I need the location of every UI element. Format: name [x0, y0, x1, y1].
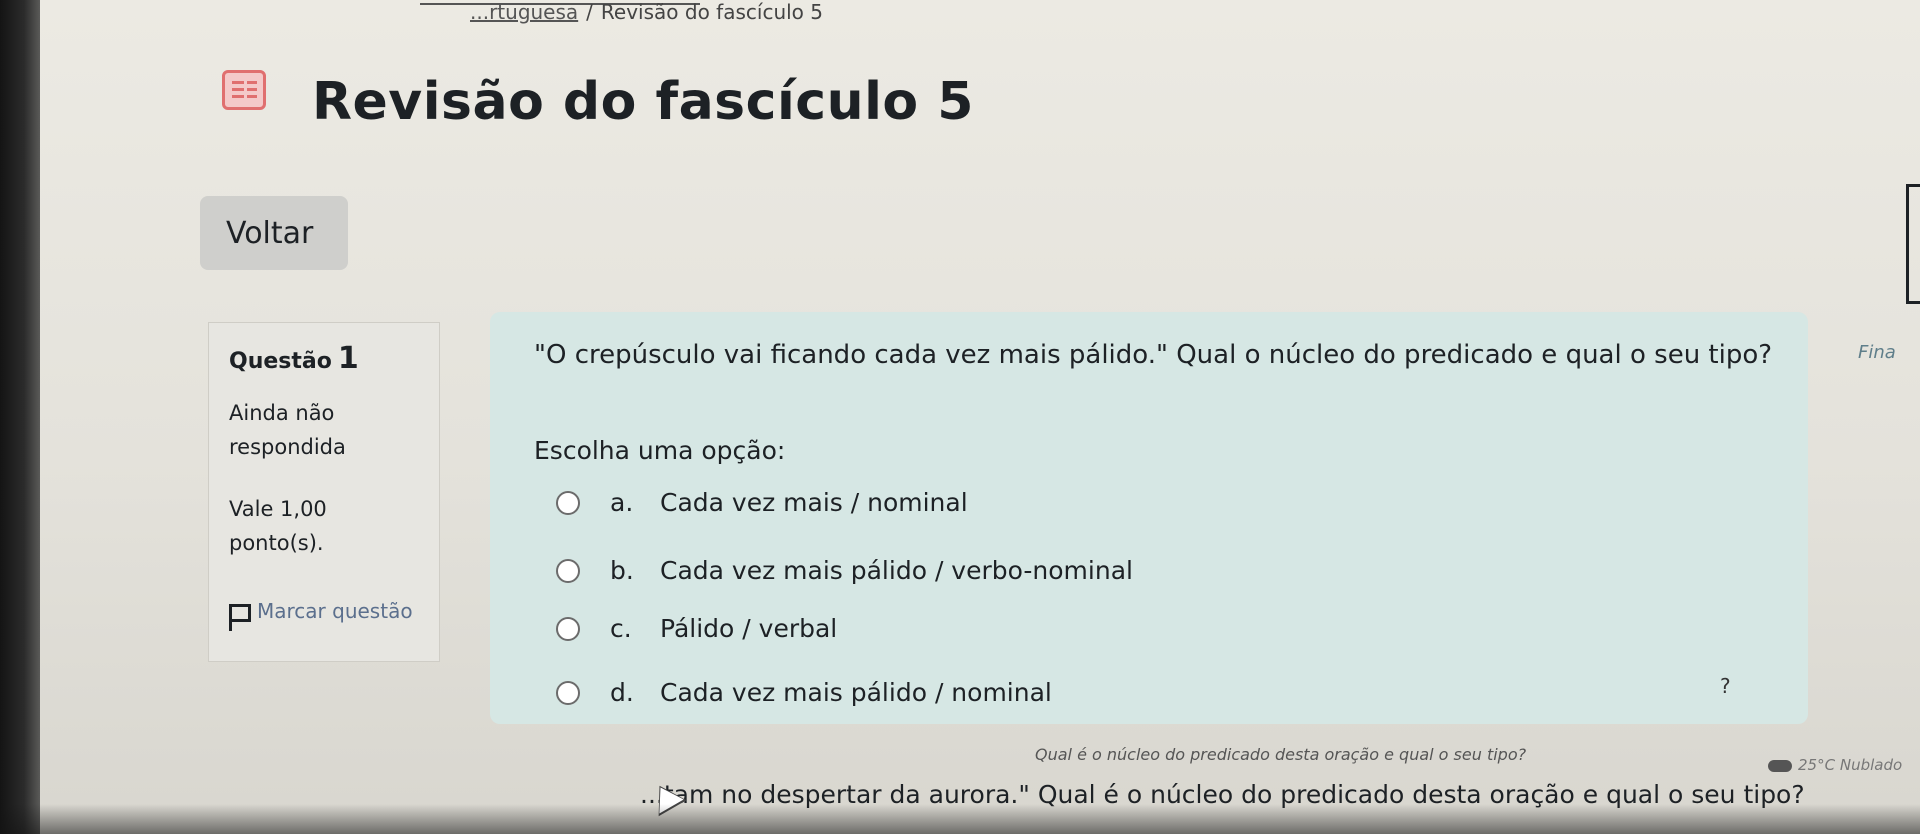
finish-link[interactable]: Fina	[1858, 342, 1896, 363]
quiz-icon	[222, 70, 266, 110]
side-panel-edge	[1906, 184, 1920, 304]
question-status: Ainda não respondida	[229, 401, 346, 459]
option-text: Pálido / verbal	[660, 614, 838, 643]
screen-bezel-bottom	[0, 804, 1920, 834]
answer-option-c[interactable]: c. Pálido / verbal	[556, 614, 837, 643]
overlay-question-text: Qual é o núcleo do predicado desta oraçã…	[1035, 745, 1527, 764]
taskbar-weather[interactable]: 25°C Nublado	[1768, 756, 1902, 774]
question-info-panel: Questão 1 Ainda não respondida Vale 1,00 …	[208, 322, 440, 662]
question-grade: Vale 1,00 ponto(s).	[229, 497, 327, 555]
flag-question-label: Marcar questão	[257, 599, 413, 623]
radio-button-c[interactable]	[556, 616, 580, 641]
option-letter: c.	[610, 614, 632, 643]
answer-prompt: Escolha uma opção:	[534, 436, 786, 465]
back-button[interactable]: Voltar	[200, 196, 348, 270]
weather-temperature: 25°C	[1798, 756, 1836, 774]
option-text: Cada vez mais pálido / verbo-nominal	[660, 556, 1133, 585]
answer-option-d[interactable]: d. Cada vez mais pálido / nominal	[556, 678, 1052, 707]
option-letter: d.	[610, 678, 634, 707]
radio-button-b[interactable]	[556, 558, 580, 583]
question-content-panel	[490, 312, 1808, 724]
option-letter: a.	[610, 488, 634, 517]
breadcrumb-separator: /	[586, 0, 593, 24]
option-text: Cada vez mais pálido / nominal	[660, 678, 1052, 707]
option-text: Cada vez mais / nominal	[660, 488, 968, 517]
breadcrumb-previous-link[interactable]: ...rtuguesa	[470, 0, 578, 24]
question-label: Questão	[229, 349, 332, 374]
breadcrumb: ...rtuguesa / Revisão do fascículo 5	[470, 0, 823, 24]
screen-bezel-left	[0, 0, 40, 834]
answer-option-b[interactable]: b. Cada vez mais pálido / verbo-nominal	[556, 556, 1133, 585]
breadcrumb-current: Revisão do fascículo 5	[600, 0, 823, 24]
question-text: "O crepúsculo vai ficando cada vez mais …	[534, 340, 1773, 370]
radio-button-a[interactable]	[556, 490, 580, 515]
page-title: Revisão do fascículo 5	[312, 72, 974, 132]
flag-icon	[229, 603, 251, 631]
radio-button-d[interactable]	[556, 680, 580, 705]
question-heading: Questão 1	[229, 341, 419, 376]
weather-condition: Nublado	[1839, 756, 1903, 774]
help-icon[interactable]: ?	[1720, 674, 1731, 698]
cloud-icon	[1768, 759, 1792, 772]
flag-question-link[interactable]: Marcar questão	[229, 594, 419, 631]
question-number: 1	[337, 341, 359, 376]
option-letter: b.	[610, 556, 634, 585]
answer-option-a[interactable]: a. Cada vez mais / nominal	[556, 488, 968, 517]
